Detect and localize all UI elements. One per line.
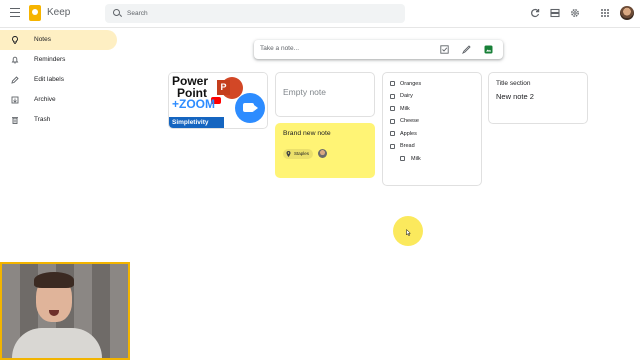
- note-image-thumbnail: Power Point P +ZOOM Simpletivity: [169, 73, 267, 128]
- apps-grid-icon[interactable]: [600, 8, 610, 18]
- checkbox[interactable]: [390, 93, 395, 99]
- note-title: Empty note: [283, 87, 326, 97]
- powerpoint-logo-icon: P: [217, 80, 230, 95]
- new-drawing-brush-icon[interactable]: [462, 45, 471, 54]
- keep-logo-icon[interactable]: [29, 5, 41, 21]
- search-input[interactable]: [127, 6, 387, 21]
- checkbox[interactable]: [390, 143, 395, 149]
- presenter-hair: [34, 272, 74, 288]
- webcam-overlay: [0, 262, 130, 360]
- note-card-checklist[interactable]: Oranges Dairy Milk Cheese Apples Bread M…: [382, 72, 482, 186]
- note-title: Title section: [496, 80, 531, 87]
- video-camera-icon: [243, 103, 258, 112]
- sidebar-item-label: Notes: [34, 36, 51, 43]
- account-avatar[interactable]: [620, 6, 634, 20]
- sidebar-item-trash[interactable]: Trash: [0, 110, 120, 130]
- trash-icon: [12, 117, 18, 124]
- note-title: Brand new note: [283, 130, 331, 137]
- sidebar-item-label: Trash: [34, 116, 51, 123]
- mouse-cursor-icon: [406, 229, 411, 236]
- refresh-icon[interactable]: [530, 8, 540, 18]
- top-bar: Keep: [0, 0, 640, 28]
- bell-icon: [11, 56, 19, 64]
- checkbox[interactable]: [390, 131, 395, 136]
- pencil-icon: [11, 76, 19, 84]
- checkbox[interactable]: [390, 81, 395, 86]
- search-bar[interactable]: [105, 4, 405, 23]
- label-chip-text: Staples: [294, 151, 310, 156]
- sidebar-item-reminders[interactable]: Reminders: [0, 50, 120, 70]
- lightbulb-icon: [12, 36, 18, 44]
- thumbnail-text-zoom: +ZOOM: [172, 97, 216, 111]
- note-image-card[interactable]: Power Point P +ZOOM Simpletivity: [168, 72, 268, 129]
- archive-icon: [11, 96, 19, 104]
- app-title: Keep: [47, 7, 71, 18]
- sidebar-item-edit-labels[interactable]: Edit labels: [0, 70, 120, 90]
- checkbox[interactable]: [390, 106, 395, 111]
- sidebar: Notes Reminders Edit labels Archive Tras…: [0, 30, 120, 130]
- list-view-icon[interactable]: [550, 8, 560, 18]
- sidebar-item-label: Edit labels: [34, 76, 64, 83]
- note-card-brand-new[interactable]: Brand new note Staples: [275, 123, 375, 178]
- collaborator-avatar[interactable]: [318, 149, 327, 158]
- location-pin-icon: [286, 151, 291, 157]
- checkbox[interactable]: [400, 156, 405, 161]
- label-chip-staples[interactable]: Staples: [283, 149, 314, 159]
- note-body: New note 2: [496, 92, 534, 101]
- thumbnail-brand-label: Simpletivity: [169, 117, 224, 128]
- settings-gear-icon[interactable]: [570, 8, 580, 18]
- take-note-placeholder[interactable]: Take a note...: [260, 45, 299, 52]
- search-icon[interactable]: [113, 9, 120, 16]
- presenter-shirt: [12, 328, 102, 358]
- take-note-bar[interactable]: Take a note...: [254, 40, 503, 59]
- main-menu-icon[interactable]: [10, 8, 20, 18]
- sidebar-item-notes[interactable]: Notes: [0, 30, 117, 50]
- sidebar-item-archive[interactable]: Archive: [0, 90, 120, 110]
- new-image-note-icon[interactable]: [484, 45, 493, 54]
- new-list-checkbox-icon[interactable]: [440, 45, 449, 54]
- sidebar-item-label: Reminders: [34, 56, 66, 63]
- sidebar-item-label: Archive: [34, 96, 56, 103]
- note-card-title-section[interactable]: Title section New note 2: [488, 72, 588, 124]
- note-card-empty[interactable]: Empty note: [275, 72, 375, 117]
- checkbox[interactable]: [390, 118, 395, 124]
